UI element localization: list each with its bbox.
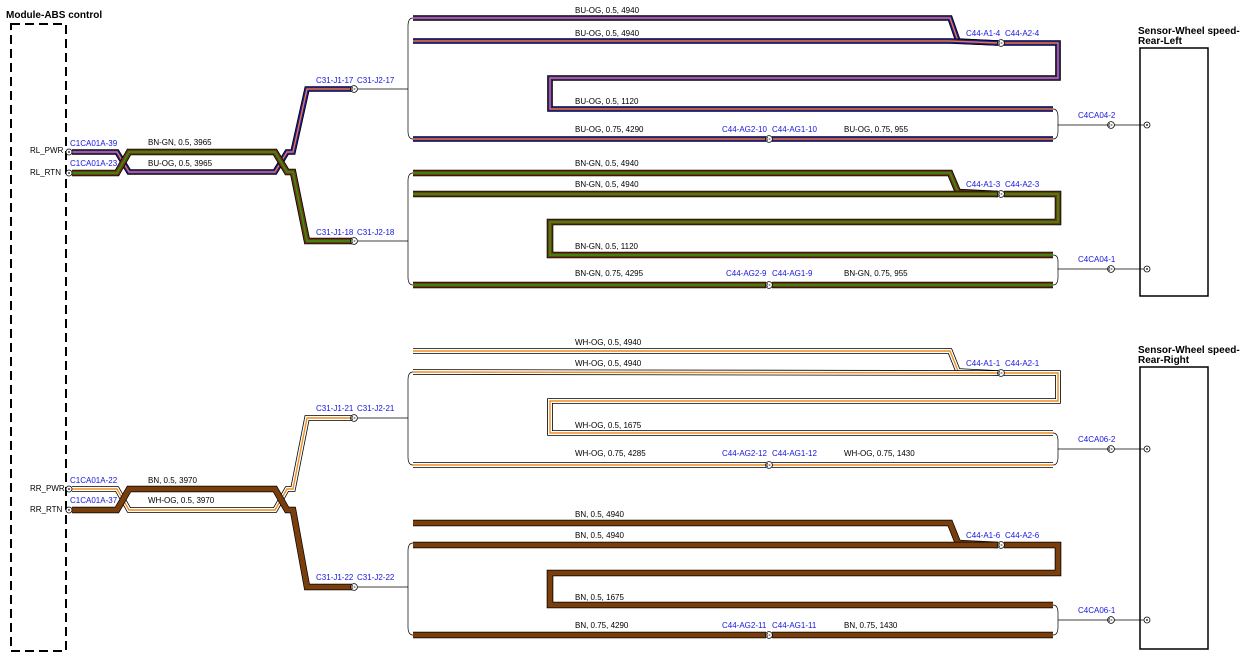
connector-c44-ag1-10: C44-AG1-10: [772, 125, 817, 134]
wire-label-wh-bot-a: WH-OG, 0.75, 4285: [575, 449, 646, 458]
sensor-rear-right-title-line2: Rear-Right: [1138, 355, 1190, 366]
connector-c31-j2-18: C31-J2-18: [357, 228, 395, 237]
splice-c44-a-1: [997, 369, 1005, 377]
sensor-rear-left: Sensor-Wheel speed- Rear-Left: [1138, 26, 1240, 297]
connector-c4ca06-1: C4CA06-1: [1078, 606, 1116, 615]
wiring-diagram: Module-ABS control Sensor-Wheel speed- R…: [6, 6, 1240, 652]
wire-label-bu-bot-b: BU-OG, 0.75, 955: [844, 125, 909, 134]
connector-c31-j2-22: C31-J2-22: [357, 573, 395, 582]
splice-c31-18: [350, 237, 358, 245]
wire-label-bn-bot-b: BN, 0.75, 1430: [844, 621, 898, 630]
splice-c31-22: [350, 583, 358, 591]
pin-rr-pwr: [65, 485, 73, 493]
connector-c44-a1-4: C44-A1-4: [966, 29, 1001, 38]
wire-label-bngn-bot-b: BN-GN, 0.75, 955: [844, 269, 908, 278]
wire-label-bu-mid: BU-OG, 0.5, 1120: [575, 97, 639, 106]
connector-c44-ag1-9: C44-AG1-9: [772, 269, 813, 278]
connector-c31-j1-18: C31-J1-18: [316, 228, 354, 237]
abs-module: Module-ABS control: [6, 10, 102, 652]
wire-label-bngn-bot-a: BN-GN, 0.75, 4295: [575, 269, 644, 278]
sensor-pin-rl-1: [1143, 265, 1151, 273]
connector-c31-j2-21: C31-J2-21: [357, 404, 395, 413]
wire-label-bn-top1: BN, 0.5, 4940: [575, 510, 624, 519]
wire-label-rr-pwr: BN, 0.5, 3970: [148, 476, 197, 485]
connector-c31-j1-22: C31-J1-22: [316, 573, 354, 582]
splice-c44-ag-10: [765, 135, 773, 143]
splice-c44-a-6: [997, 541, 1005, 549]
wire-label-bngn-mid: BN-GN, 0.5, 1120: [575, 242, 639, 251]
pin-rr-rtn: [65, 506, 73, 514]
connector-c44-a1-6: C44-A1-6: [966, 531, 1001, 540]
pin-label-rr-rtn: RR_RTN: [30, 505, 63, 514]
wires-layer: [72, 15, 1062, 639]
wire-label-bu-top2: BU-OG, 0.5, 4940: [575, 29, 640, 38]
connector-c31-j1-17: C31-J1-17: [316, 76, 354, 85]
sensor-pin-rl-2: [1143, 121, 1151, 129]
wire-label-bngn-top1: BN-GN, 0.5, 4940: [575, 159, 639, 168]
connector-c44-ag2-11: C44-AG2-11: [722, 621, 767, 630]
connector-c44-a1-3: C44-A1-3: [966, 180, 1001, 189]
splice-c4ca06-2: [1107, 445, 1115, 453]
pin-rl-rtn: [65, 169, 73, 177]
splice-c31-21: [350, 414, 358, 422]
splice-c44-a-3: [997, 190, 1005, 198]
splice-c44-ag-12: [765, 461, 773, 469]
wire-label-wh-top2: WH-OG, 0.5, 4940: [575, 359, 642, 368]
connector-c1ca01a-23: C1CA01A-23: [70, 159, 118, 168]
connector-c44-a1-1: C44-A1-1: [966, 359, 1001, 368]
sensor-rear-right: Sensor-Wheel speed- Rear-Right: [1138, 345, 1240, 650]
wire-label-wh-mid: WH-OG, 0.5, 1675: [575, 421, 642, 430]
splice-c31-17: [350, 85, 358, 93]
wire-label-rl-rtn: BU-OG, 0.5, 3965: [148, 159, 213, 168]
connector-c1ca01a-39: C1CA01A-39: [70, 139, 118, 148]
wire-label-bu-top1: BU-OG, 0.5, 4940: [575, 6, 640, 15]
connector-c44-ag1-11: C44-AG1-11: [772, 621, 817, 630]
pin-label-rl-rtn: RL_RTN: [30, 168, 61, 177]
splice-c44-ag-11: [765, 631, 773, 639]
connector-c44-a2-1: C44-A2-1: [1005, 359, 1040, 368]
wire-label-wh-top1: WH-OG, 0.5, 4940: [575, 338, 642, 347]
wire-label-bngn-top2: BN-GN, 0.5, 4940: [575, 180, 639, 189]
splice-c44-ag-9: [765, 281, 773, 289]
wire-bu-top2: [413, 38, 999, 46]
connector-c44-ag1-12: C44-AG1-12: [772, 449, 817, 458]
connector-c1ca01a-37: C1CA01A-37: [70, 496, 118, 505]
wire-label-bn-bot-a: BN, 0.75, 4290: [575, 621, 629, 630]
wire-wh-top2: [412, 369, 999, 376]
connector-c1ca01a-22: C1CA01A-22: [70, 476, 118, 485]
wire-label-bn-mid: BN, 0.5, 1675: [575, 593, 624, 602]
sensor-rear-left-title-line2: Rear-Left: [1138, 36, 1183, 47]
connector-c4ca06-2: C4CA06-2: [1078, 435, 1116, 444]
connector-c44-a2-3: C44-A2-3: [1005, 180, 1040, 189]
connector-c44-a2-4: C44-A2-4: [1005, 29, 1040, 38]
wire-label-rr-rtn: WH-OG, 0.5, 3970: [148, 496, 215, 505]
wire-labels: BN-GN, 0.5, 3965 BU-OG, 0.5, 3965 BU-OG,…: [148, 6, 915, 630]
sensor-pin-rr-1: [1143, 616, 1151, 624]
splice-c44-a-4: [997, 39, 1005, 47]
sensor-pin-rr-2: [1143, 445, 1151, 453]
connector-c4ca04-1: C4CA04-1: [1078, 255, 1116, 264]
pin-rl-pwr: [65, 148, 73, 156]
connector-c4ca04-2: C4CA04-2: [1078, 111, 1116, 120]
splice-c4ca04-1: [1107, 265, 1115, 273]
connector-c31-j1-21: C31-J1-21: [316, 404, 354, 413]
connector-c31-j2-17: C31-J2-17: [357, 76, 395, 85]
splice-c4ca06-1: [1107, 616, 1115, 624]
connector-c44-ag2-9: C44-AG2-9: [726, 269, 767, 278]
wire-label-wh-bot-b: WH-OG, 0.75, 1430: [844, 449, 915, 458]
wire-label-bn-top2: BN, 0.5, 4940: [575, 531, 624, 540]
wire-label-bu-bot-a: BU-OG, 0.75, 4290: [575, 125, 644, 134]
wire-bn-loop: [546, 541, 1062, 609]
pin-label-rl-pwr: RL_PWR: [30, 146, 64, 155]
connector-c44-ag2-10: C44-AG2-10: [722, 125, 767, 134]
pin-label-rr-pwr: RR_PWR: [30, 484, 65, 493]
wire-label-rl-pwr: BN-GN, 0.5, 3965: [148, 138, 212, 147]
connector-c44-ag2-12: C44-AG2-12: [722, 449, 767, 458]
splice-c4ca04-2: [1107, 121, 1115, 129]
connector-c44-a2-6: C44-A2-6: [1005, 531, 1040, 540]
abs-module-title: Module-ABS control: [6, 10, 102, 21]
